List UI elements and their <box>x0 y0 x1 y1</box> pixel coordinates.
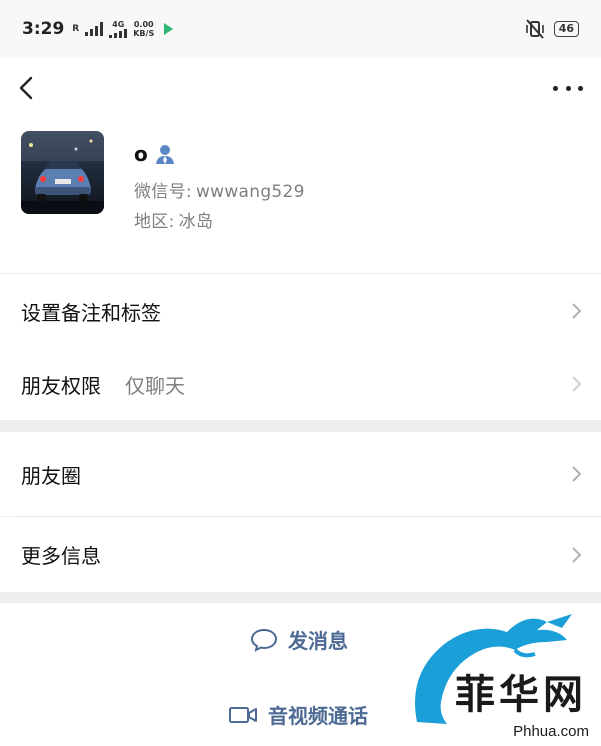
actions-panel: 发消息 音视频通话 菲华网 Phhua.com <box>0 603 601 746</box>
chevron-right-icon <box>572 466 582 482</box>
wechat-id-value: wwwang529 <box>195 182 305 202</box>
video-camera-icon <box>229 706 257 723</box>
moments-row[interactable]: 朋友圈 <box>0 432 601 516</box>
wechat-id-line: 微信号: wwwang529 <box>134 177 305 202</box>
watermark-text: 菲华网 <box>455 671 587 718</box>
vibrate-mute-icon <box>525 19 544 39</box>
signal-icon <box>85 22 104 36</box>
network-indicator: 4G <box>109 19 128 38</box>
status-right-icons: 46 <box>524 19 579 39</box>
nickname-row: o <box>134 142 176 166</box>
remark-and-tags-label: 设置备注和标签 <box>21 300 161 325</box>
watermark-url: Phhua.com <box>513 723 589 740</box>
send-message-button[interactable]: 发消息 <box>250 625 348 654</box>
status-left-icons: R 4G 0.00 KB/S <box>70 19 174 38</box>
moments-label: 朋友圈 <box>21 463 81 488</box>
contact-person-icon <box>155 145 174 164</box>
battery-indicator: 46 <box>553 21 579 37</box>
nickname: o <box>134 142 148 166</box>
friend-permission-row[interactable]: 朋友权限 仅聊天 <box>0 348 601 420</box>
play-store-icon <box>164 23 174 35</box>
contact-profile-page: 3:29 R 4G 0.00 KB/S 46 o 微信号: wwwang529 … <box>0 0 601 746</box>
more-dots-icon[interactable] <box>553 76 583 100</box>
network-speed: 0.00 KB/S <box>133 20 154 38</box>
network-speed-unit: KB/S <box>133 29 155 38</box>
friend-permission-value: 仅聊天 <box>125 373 185 398</box>
status-time: 3:29 <box>22 19 65 39</box>
send-message-label: 发消息 <box>288 629 348 653</box>
network-type-label: 4G <box>112 19 125 29</box>
friend-permission-label: 朋友权限 <box>21 373 101 398</box>
more-info-label: 更多信息 <box>21 544 101 568</box>
chevron-right-icon <box>572 546 582 563</box>
av-call-label: 音视频通话 <box>268 704 368 728</box>
status-bar: 3:29 R 4G 0.00 KB/S 46 <box>0 0 601 58</box>
more-info-row[interactable]: 更多信息 <box>0 517 601 592</box>
network-speed-value: 0.00 <box>133 20 154 29</box>
wechat-id-label: 微信号: <box>134 182 192 202</box>
avatar-car-image <box>21 131 104 214</box>
profile-card: o 微信号: wwwang529 地区: 冰岛 <box>0 116 601 273</box>
region-label: 地区: <box>134 212 175 232</box>
chevron-right-icon <box>572 376 582 392</box>
avatar[interactable] <box>21 131 104 214</box>
chevron-right-icon <box>572 303 582 319</box>
remark-and-tags-row[interactable]: 设置备注和标签 <box>0 274 601 348</box>
signal-icon-secondary <box>109 28 128 38</box>
chevron-left-icon[interactable] <box>14 68 42 108</box>
chat-bubble-icon <box>250 628 278 652</box>
nav-bar <box>0 58 601 116</box>
av-call-button[interactable]: 音视频通话 <box>228 700 368 729</box>
roaming-indicator: R <box>72 24 80 34</box>
region-line: 地区: 冰岛 <box>134 207 213 232</box>
watermark-logo: 菲华网 Phhua.com <box>397 602 597 742</box>
region-value: 冰岛 <box>178 212 214 232</box>
